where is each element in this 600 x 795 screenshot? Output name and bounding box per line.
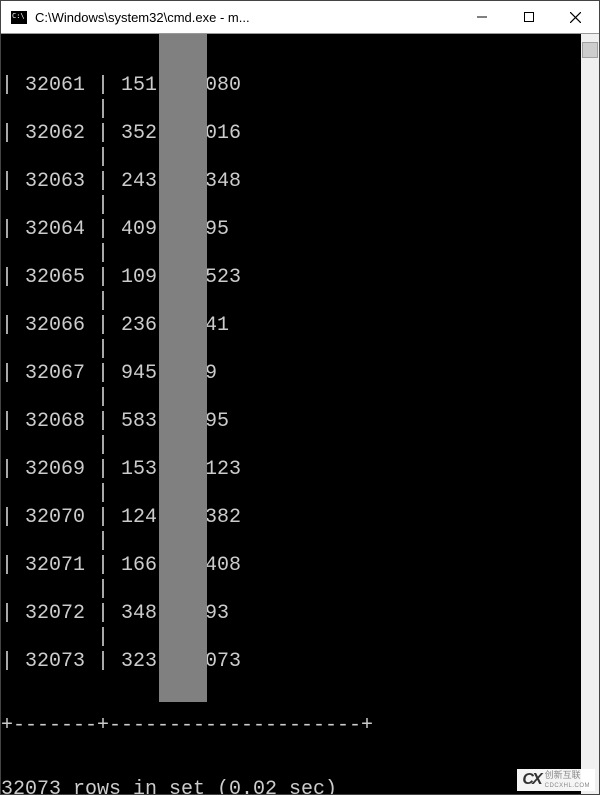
table-row-separator: | — [1, 338, 579, 362]
table-row: | 32071 | 166 9408 — [1, 554, 579, 578]
table-row-separator: | — [1, 530, 579, 554]
table-row: | 32066 | 236 041 — [1, 314, 579, 338]
table-row: | 32063 | 243 1348 — [1, 170, 579, 194]
table-row: | 32069 | 153 0123 — [1, 458, 579, 482]
table-row: | 32065 | 109 3523 — [1, 266, 579, 290]
window-titlebar[interactable]: C:\Windows\system32\cmd.exe - m... — [1, 1, 599, 34]
vertical-scrollbar[interactable] — [581, 34, 599, 794]
watermark: CX 创新互联 CDCXHL.COM — [517, 769, 595, 791]
table-row: | 32067 | 945 59 — [1, 362, 579, 386]
table-row-separator: | — [1, 242, 579, 266]
table-row: | 32072 | 348 693 — [1, 602, 579, 626]
table-border-bottom: +-------+---------------------+ — [1, 714, 579, 738]
table-row: | 32064 | 409 995 — [1, 218, 579, 242]
watermark-logo: CX — [522, 771, 540, 789]
close-button[interactable] — [552, 1, 599, 33]
table-row: | 32070 | 124 6382 — [1, 506, 579, 530]
table-row-separator: | — [1, 194, 579, 218]
cmd-icon — [11, 11, 27, 24]
table-row-separator: | — [1, 386, 579, 410]
table-row-separator: | — [1, 146, 579, 170]
scrollbar-thumb[interactable] — [582, 42, 598, 58]
watermark-text: 创新互联 CDCXHL.COM — [545, 771, 590, 789]
maximize-icon — [524, 12, 534, 22]
table-row-separator: | — [1, 482, 579, 506]
table-row-separator: | — [1, 290, 579, 314]
minimize-button[interactable] — [458, 1, 505, 33]
table-row: | 32073 | 323 2073 — [1, 650, 579, 674]
minimize-icon — [477, 12, 487, 22]
table-row: | 32068 | 583 995 — [1, 410, 579, 434]
table-row: | 32062 | 352 0016 — [1, 122, 579, 146]
table-row-separator: | — [1, 98, 579, 122]
close-icon — [570, 12, 581, 23]
table-row: | 32061 | 151 9080 — [1, 74, 579, 98]
maximize-button[interactable] — [505, 1, 552, 33]
window-controls — [458, 1, 599, 33]
window-title: C:\Windows\system32\cmd.exe - m... — [35, 10, 458, 25]
table-row-separator: | — [1, 578, 579, 602]
table-row-separator: | — [1, 434, 579, 458]
redaction-overlay — [159, 34, 207, 702]
query-summary: 32073 rows in set (0.02 sec) — [1, 778, 579, 794]
terminal-output[interactable]: | 32061 | 151 9080 || 32062 | 352 0016 |… — [1, 34, 581, 794]
table-row-separator: | — [1, 626, 579, 650]
